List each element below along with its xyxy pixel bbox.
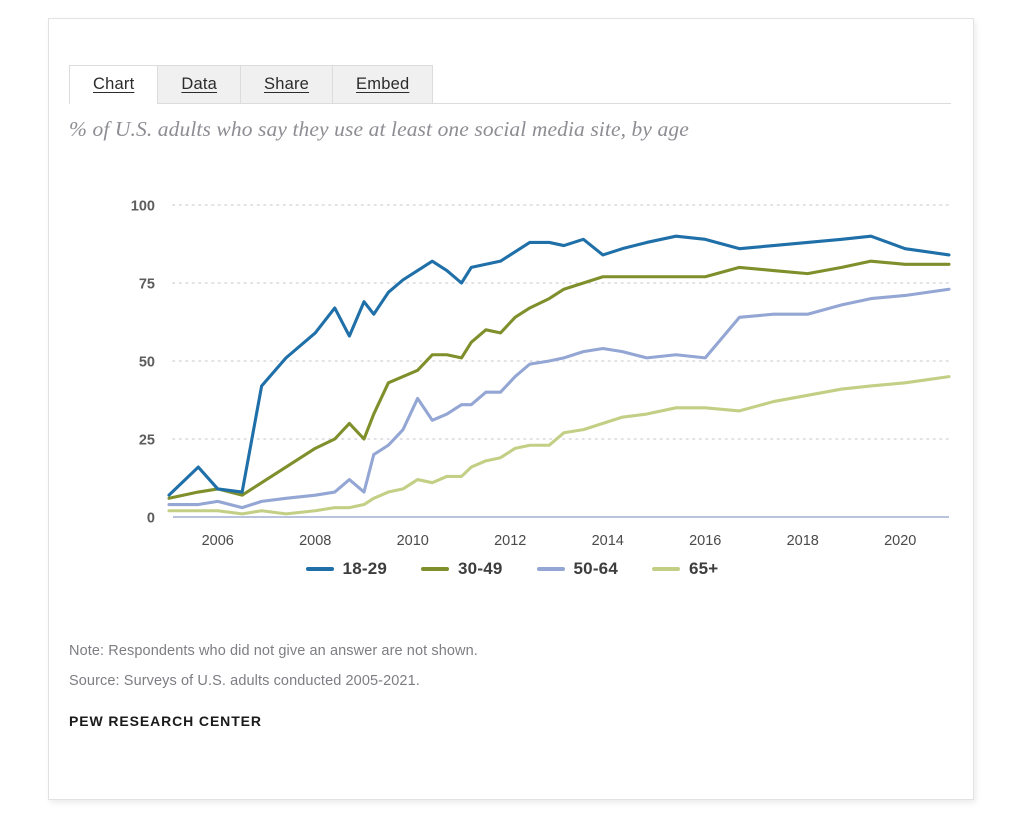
x-axis-tick-label: 2020 (884, 533, 916, 549)
chart-title: % of U.S. adults who say they use at lea… (69, 117, 689, 141)
legend-label-65-plus: 65+ (689, 559, 719, 578)
series-line-30-49 (167, 259, 951, 500)
x-axis-tick-label: 2014 (592, 533, 624, 549)
footer-brand: PEW RESEARCH CENTER (69, 713, 262, 729)
legend-swatch-50-64 (536, 567, 565, 571)
tab-strip: Chart Data Share Embed (69, 65, 434, 104)
tab-chart[interactable]: Chart (69, 65, 159, 104)
series-line-18-29 (167, 234, 951, 497)
legend-item-30-49[interactable]: 30-49 (421, 559, 502, 579)
legend-swatch-30-49 (421, 567, 450, 571)
legend-item-18-29[interactable]: 18-29 (305, 559, 388, 579)
chart-card: Chart Data Share Embed % of U.S. adults … (48, 18, 974, 800)
x-axis-tick-label: 2008 (299, 533, 331, 549)
tab-data[interactable]: Data (157, 65, 242, 103)
footer-note: Note: Respondents who did not give an an… (69, 643, 478, 659)
legend-label-18-29: 18-29 (342, 559, 388, 578)
tab-data-label: Data (181, 75, 218, 93)
tab-chart-label: Chart (93, 75, 135, 93)
y-axis-tick-label: 75 (139, 277, 155, 293)
legend-swatch-65-plus (652, 567, 680, 571)
legend-label-30-49: 30-49 (458, 559, 503, 578)
legend-item-65-plus[interactable]: 65+ (652, 559, 718, 579)
y-axis-tick-label: 50 (139, 355, 155, 371)
chart-footer: Note: Respondents who did not give an an… (69, 643, 929, 729)
x-axis-tick-label: 2012 (494, 533, 526, 549)
tab-share[interactable]: Share (240, 65, 334, 103)
y-axis-tick-label: 25 (139, 433, 155, 449)
chart-plot-area: 0 25 50 75 100 2006 2008 2010 2012 2014 2016 2018 20… (61, 165, 961, 585)
x-axis-tick-label: 2006 (202, 533, 234, 549)
series-line-65-plus (167, 375, 951, 516)
x-axis-tick-label: 2018 (787, 533, 819, 549)
x-axis-tick-label: 2016 (689, 533, 721, 549)
tab-embed[interactable]: Embed (332, 65, 434, 103)
line-chart-svg: 0 25 50 75 100 2006 2008 2010 2012 2014 2016 2018 20… (131, 199, 951, 549)
legend-label-50-64: 50-64 (573, 559, 618, 578)
tab-share-label: Share (264, 75, 310, 93)
footer-source: Source: Surveys of U.S. adults conducted… (69, 673, 420, 689)
y-axis-tick-label: 0 (147, 511, 155, 527)
legend-item-50-64[interactable]: 50-64 (536, 559, 618, 579)
x-axis-tick-label: 2010 (397, 533, 429, 549)
series-line-50-64 (167, 287, 951, 510)
tab-bar: Chart Data Share Embed (69, 65, 951, 104)
chart-legend: 18-29 30-49 50-64 65+ (49, 559, 975, 579)
y-axis-tick-label: 100 (131, 199, 155, 215)
legend-swatch-18-29 (305, 567, 334, 571)
tab-embed-label: Embed (356, 75, 410, 93)
